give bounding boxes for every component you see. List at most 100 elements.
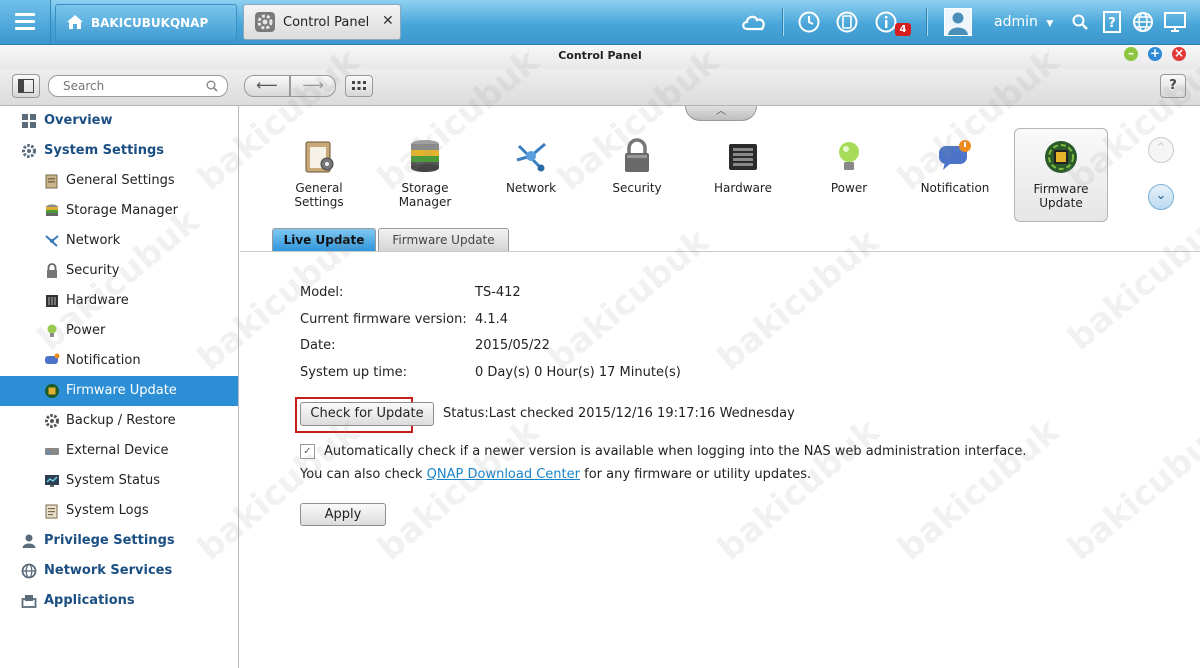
watermark: bakicubuk	[540, 221, 717, 379]
language-globe-icon[interactable]	[1132, 11, 1154, 33]
minimize-window-button[interactable]: –	[1124, 47, 1138, 61]
note-suffix: for any firmware or utility updates.	[579, 467, 812, 482]
sidebar-item-storage-manager[interactable]: Storage Manager	[0, 196, 238, 226]
download-center-note: You can also check QNAP Download Center …	[300, 467, 811, 482]
general-settings-clipboard-icon	[305, 141, 334, 173]
sidebar-item-label: Notification	[66, 353, 141, 368]
watermark: bakicubuk	[710, 221, 887, 379]
maximize-window-button[interactable]: +	[1148, 47, 1162, 61]
toolbar-divider	[926, 8, 928, 36]
category-label: Security	[612, 181, 662, 195]
category-hardware[interactable]: Hardware	[697, 128, 789, 220]
sidebar-item-system-status[interactable]: System Status	[0, 466, 238, 496]
help-icon[interactable]: ?	[1103, 11, 1121, 33]
close-window-button[interactable]: ×	[1172, 47, 1186, 61]
desktop-home-tab[interactable]: BAKICUBUKQNAP	[55, 4, 237, 42]
search-field[interactable]	[48, 75, 228, 97]
category-label: General	[295, 181, 343, 195]
lock-icon	[47, 263, 57, 278]
auto-check-label: Automatically check if a newer version i…	[324, 444, 1027, 459]
sidebar-item-label: Overview	[44, 113, 113, 128]
sidebar-item-label: Privilege Settings	[44, 533, 175, 548]
user-name: admin	[994, 14, 1038, 30]
uptime-label: System up time:	[300, 365, 407, 380]
tab-label: Control Panel	[283, 15, 370, 30]
firmware-version-label: Current firmware version:	[300, 312, 467, 327]
search-icon[interactable]	[1072, 14, 1088, 30]
category-label: Settings	[294, 195, 344, 209]
category-label: Hardware	[714, 181, 772, 195]
sidebar-item-system-logs[interactable]: System Logs	[0, 496, 238, 526]
sidebar-item-label: System Logs	[66, 503, 149, 518]
sidebar-item-label: Applications	[44, 593, 135, 608]
sidebar-item-firmware-update[interactable]: Firmware Update	[0, 376, 238, 406]
toggle-sidebar-button[interactable]	[12, 74, 40, 98]
chevron-up-icon: ︿	[716, 106, 726, 117]
category-general-settings[interactable]: General Settings	[273, 128, 365, 220]
sidebar-item-label: System Settings	[44, 143, 165, 158]
user-avatar-icon[interactable]	[944, 8, 972, 36]
chevron-down-icon: ▼	[1046, 19, 1054, 29]
watermark: bakicubuk	[890, 411, 1067, 569]
watermark: bakicubuk	[710, 411, 887, 569]
sidebar-item-backup-restore[interactable]: Backup / Restore	[0, 406, 238, 436]
backup-gear-icon	[45, 414, 59, 428]
sidebar-item-label: Backup / Restore	[66, 413, 176, 428]
date-label: Date:	[300, 338, 336, 353]
chevron-up-icon: ⌃	[1155, 141, 1167, 156]
network-icon	[516, 142, 546, 172]
external-device-icon[interactable]	[835, 10, 859, 34]
clipboard-icon	[45, 174, 58, 189]
category-label: Power	[830, 181, 868, 195]
sidebar-item-label: Network Services	[44, 563, 173, 578]
category-label: Network	[505, 181, 557, 195]
overview-grid-icon	[22, 114, 36, 128]
dashboard-monitor-icon[interactable]	[1164, 11, 1186, 33]
tab-close-icon[interactable]: ✕	[382, 13, 394, 29]
main-menu-button[interactable]	[0, 0, 51, 44]
svg-text:?: ?	[1108, 16, 1116, 31]
network-icon	[45, 235, 59, 247]
sidebar-item-label: Storage Manager	[66, 203, 178, 218]
background-task-clock-icon[interactable]	[797, 10, 821, 34]
sidebar-item-overview[interactable]: Overview	[0, 106, 238, 136]
search-input[interactable]	[61, 78, 205, 94]
arrow-left-icon: ⟵	[256, 76, 278, 94]
sidebar-item-label: Network	[66, 233, 121, 248]
watermark: bakicubuk	[370, 411, 547, 569]
watermark: bakicubuk	[1060, 411, 1200, 569]
date-value: 2015/05/22	[475, 338, 550, 353]
tab-control-panel[interactable]: Control Panel ✕	[243, 4, 401, 40]
power-bulb-icon	[839, 142, 859, 170]
user-name-menu[interactable]: admin ▼	[994, 14, 1053, 30]
toolbar-divider	[782, 8, 784, 36]
notification-count-badge: 4	[895, 23, 911, 36]
user-icon	[22, 534, 36, 548]
external-drive-icon	[45, 448, 59, 455]
storage-stack-icon	[46, 204, 58, 216]
control-panel-gear-icon	[255, 12, 275, 32]
gear-icon	[22, 144, 36, 158]
cloud-icon[interactable]	[740, 11, 768, 33]
model-value: TS-412	[475, 285, 521, 300]
sidebar-item-network-services[interactable]: Network Services	[0, 556, 238, 586]
watermark: bakicubuk	[1060, 201, 1200, 359]
sidebar-item-label: System Status	[66, 473, 161, 488]
chevron-down-icon: ⌄	[1155, 188, 1167, 203]
scroll-down-button[interactable]: ⌄	[1148, 184, 1174, 210]
collapse-icon-strip-button[interactable]: ︿	[685, 106, 757, 121]
category-power[interactable]: Power	[803, 128, 895, 220]
firmware-chip-icon	[45, 384, 59, 398]
home-icon	[67, 15, 83, 29]
check-for-update-button[interactable]: Check for Update	[300, 402, 434, 426]
search-icon	[206, 80, 218, 92]
globe-icon	[21, 563, 37, 579]
last-checked-status: Status:Last checked 2015/12/16 19:17:16 …	[443, 406, 795, 421]
tab-firmware-update[interactable]: Firmware Update	[378, 228, 509, 251]
tab-divider	[240, 251, 1200, 252]
sidebar-item-applications[interactable]: Applications	[0, 586, 238, 616]
sidebar-item-external-device[interactable]: External Device	[0, 436, 238, 466]
sidebar-item-label: External Device	[66, 443, 169, 458]
category-label: Manager	[398, 195, 452, 209]
apply-button[interactable]: Apply	[300, 503, 386, 526]
